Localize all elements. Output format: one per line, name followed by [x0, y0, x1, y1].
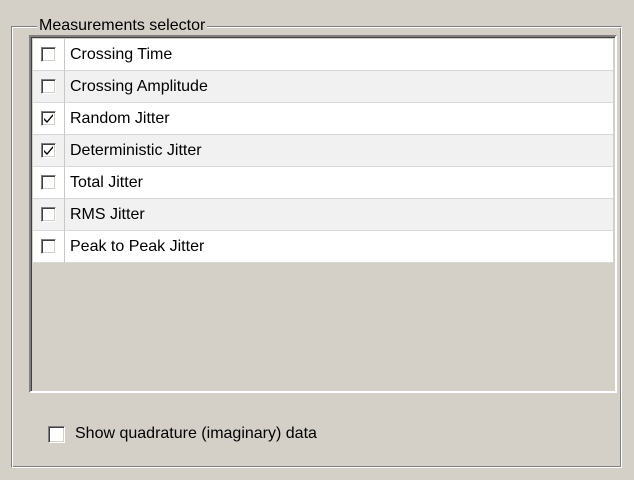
quadrature-checkbox[interactable]	[48, 425, 65, 443]
list-item-check-cell	[33, 71, 65, 103]
list-item-check-cell	[33, 167, 65, 199]
measurements-list[interactable]: Crossing Time Crossing Amplitude Random Ji…	[29, 35, 617, 393]
checkmark-icon	[44, 146, 53, 155]
list-item-label: Crossing Time	[65, 39, 613, 71]
quadrature-label: Show quadrature (imaginary) data	[75, 425, 317, 442]
list-item-label: Crossing Amplitude	[65, 71, 613, 103]
list-item-check-cell	[33, 103, 65, 135]
list-item-label: Peak to Peak Jitter	[65, 231, 613, 263]
measurements-panel: Measurements selector Crossing Time Cross…	[0, 0, 634, 480]
list-item-label: Random Jitter	[65, 103, 613, 135]
list-item[interactable]: Crossing Amplitude	[33, 71, 613, 103]
measurement-checkbox[interactable]	[41, 207, 56, 222]
list-item-label: Deterministic Jitter	[65, 135, 613, 167]
list-item-check-cell	[33, 39, 65, 71]
measurement-checkbox[interactable]	[41, 47, 56, 62]
list-item[interactable]: Random Jitter	[33, 103, 613, 135]
group-title: Measurements selector	[37, 16, 208, 36]
checkmark-icon	[44, 114, 53, 123]
list-item-label: Total Jitter	[65, 167, 613, 199]
list-item[interactable]: RMS Jitter	[33, 199, 613, 231]
list-item-check-cell	[33, 199, 65, 231]
list-item[interactable]: Total Jitter	[33, 167, 613, 199]
quadrature-option[interactable]: Show quadrature (imaginary) data	[48, 424, 317, 444]
measurement-checkbox[interactable]	[41, 175, 56, 190]
list-item[interactable]: Deterministic Jitter	[33, 135, 613, 167]
measurement-checkbox[interactable]	[41, 79, 56, 94]
measurement-checkbox[interactable]	[41, 143, 56, 158]
measurement-checkbox[interactable]	[41, 239, 56, 254]
list-item-label: RMS Jitter	[65, 199, 613, 231]
list-item-check-cell	[33, 231, 65, 263]
measurement-checkbox[interactable]	[41, 111, 56, 126]
list-item[interactable]: Peak to Peak Jitter	[33, 231, 613, 263]
list-item-check-cell	[33, 135, 65, 167]
measurements-list-rows: Crossing Time Crossing Amplitude Random Ji…	[33, 39, 613, 263]
list-item[interactable]: Crossing Time	[33, 39, 613, 71]
